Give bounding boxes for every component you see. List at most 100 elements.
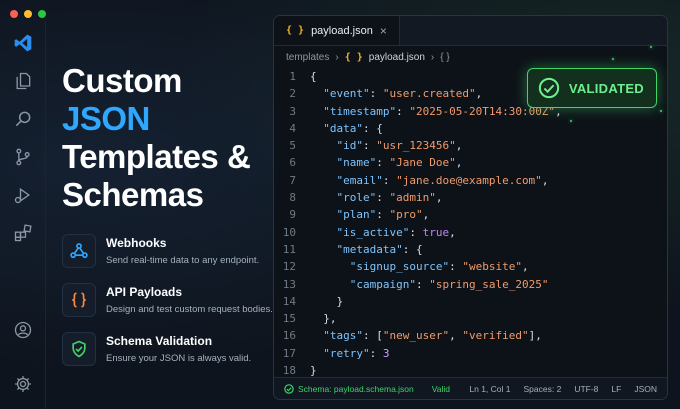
schema-label: Schema: payload.schema.json	[298, 383, 414, 394]
feature-title: API Payloads	[106, 284, 183, 299]
json-file-icon: { }	[344, 51, 363, 63]
code-line: 6 "name": "Jane Doe",	[274, 154, 667, 171]
json-key: "signup_source"	[349, 260, 450, 274]
json-key: "email"	[336, 173, 383, 187]
code-line: 14 }	[274, 293, 667, 310]
json-key: "retry"	[323, 346, 370, 360]
hero-line-3: Templates &	[62, 138, 251, 175]
sparkle	[612, 58, 614, 60]
source-control-icon[interactable]	[12, 146, 34, 168]
explorer-icon[interactable]	[12, 70, 34, 92]
line-number: 5	[289, 139, 296, 153]
sparkle	[650, 46, 652, 48]
webhook-icon	[62, 234, 96, 268]
activity-bar	[0, 22, 46, 409]
valid-status: Valid	[431, 383, 451, 394]
code-line: 9 "plan": "pro",	[274, 206, 667, 223]
account-icon[interactable]	[12, 319, 34, 341]
close-window-button[interactable]	[10, 10, 18, 18]
breadcrumb-file[interactable]: payload.json	[369, 52, 425, 63]
json-object-icon[interactable]: { }	[440, 52, 449, 63]
code-editor: { } payload.json × templates › { } paylo…	[273, 15, 668, 400]
line-number: 15	[282, 312, 296, 326]
window-controls	[10, 10, 46, 18]
json-string: "usr_123456"	[376, 139, 456, 153]
json-key: "campaign"	[349, 277, 416, 291]
braces-icon	[62, 283, 96, 317]
json-key: "metadata"	[336, 242, 403, 256]
check-circle-icon	[284, 383, 294, 394]
status-bar: Schema: payload.schema.json Valid Ln 1, …	[274, 377, 667, 399]
code-line: 16 "tags": ["new_user", "verified"],	[274, 327, 667, 344]
json-boolean: true	[422, 225, 450, 239]
check-circle-icon	[538, 77, 560, 99]
code-line: 10 "is_active": true,	[274, 224, 667, 241]
code-line: 11 "metadata": {	[274, 241, 667, 258]
code-line: 7 "email": "jane.doe@example.com",	[274, 172, 667, 189]
code-line: 13 "campaign": "spring_sale_2025"	[274, 276, 667, 293]
maximize-window-button[interactable]	[38, 10, 46, 18]
line-number: 17	[282, 346, 296, 360]
json-key: "data"	[323, 121, 363, 135]
json-key: "role"	[336, 191, 377, 205]
feature-description: Design and test custom request bodies.	[106, 303, 273, 315]
code-line: 12 "signup_source": "website",	[274, 258, 667, 275]
json-string: "user.created"	[382, 87, 476, 101]
indentation[interactable]: Spaces: 2	[524, 384, 562, 394]
line-number: 10	[282, 225, 296, 239]
line-number: 3	[289, 104, 296, 118]
sparkle	[570, 120, 572, 122]
line-number: 13	[282, 277, 296, 291]
json-key: "timestamp"	[323, 104, 397, 118]
tab-label: payload.json	[311, 24, 373, 37]
json-string: "verified"	[462, 329, 529, 343]
line-number: 1	[289, 70, 296, 83]
feature-api-payloads: API Payloads Design and test custom requ…	[62, 283, 273, 317]
search-icon[interactable]	[12, 108, 34, 130]
chevron-right-icon: ›	[430, 51, 435, 63]
json-string: "spring_sale_2025"	[429, 277, 549, 291]
minimize-window-button[interactable]	[24, 10, 32, 18]
feature-title: Webhooks	[106, 235, 167, 250]
shield-check-icon	[62, 332, 96, 366]
tab-payload-json[interactable]: { } payload.json ×	[274, 16, 400, 45]
json-key: "event"	[323, 87, 370, 101]
line-number: 12	[282, 260, 296, 274]
json-string: "new_user"	[382, 329, 450, 343]
vscode-logo-icon	[12, 32, 34, 54]
hero-line-1: Custom	[62, 62, 182, 99]
extensions-icon[interactable]	[12, 222, 34, 244]
feature-schema-validation: Schema Validation Ensure your JSON is al…	[62, 332, 273, 366]
code-line: 15 },	[274, 310, 667, 327]
json-key: "tags"	[323, 329, 363, 343]
feature-title: Schema Validation	[106, 333, 213, 348]
line-number: 16	[282, 329, 296, 343]
code-area[interactable]: 1{ 2 "event": "user.created", 3 "timesta…	[274, 68, 667, 379]
settings-gear-icon[interactable]	[12, 373, 34, 395]
run-debug-icon[interactable]	[12, 184, 34, 206]
line-number: 14	[282, 294, 296, 308]
line-number: 11	[282, 242, 296, 256]
json-number: 3	[382, 346, 390, 360]
line-ending[interactable]: LF	[611, 384, 621, 394]
line-number: 7	[289, 173, 296, 187]
tab-bar: { } payload.json ×	[274, 16, 667, 46]
hero-line-4: Schemas	[62, 176, 204, 213]
badge-label: VALIDATED	[568, 80, 644, 96]
json-string: "admin"	[389, 191, 436, 205]
json-key: "name"	[336, 156, 377, 170]
json-key: "is_active"	[336, 225, 410, 239]
language-mode[interactable]: JSON	[634, 384, 657, 394]
code-line: 8 "role": "admin",	[274, 189, 667, 206]
line-number: 6	[289, 156, 296, 170]
code-line: 5 "id": "usr_123456",	[274, 137, 667, 154]
encoding[interactable]: UTF-8	[574, 384, 598, 394]
chevron-right-icon: ›	[335, 51, 339, 63]
feature-description: Ensure your JSON is always valid.	[106, 352, 252, 364]
schema-status[interactable]: Schema: payload.schema.json	[284, 384, 414, 394]
breadcrumb-folder[interactable]: templates	[286, 52, 329, 63]
feature-list: Webhooks Send real-time data to any endp…	[62, 234, 273, 366]
sparkle	[660, 110, 662, 112]
close-icon[interactable]: ×	[380, 24, 387, 38]
cursor-position[interactable]: Ln 1, Col 1	[469, 384, 510, 394]
